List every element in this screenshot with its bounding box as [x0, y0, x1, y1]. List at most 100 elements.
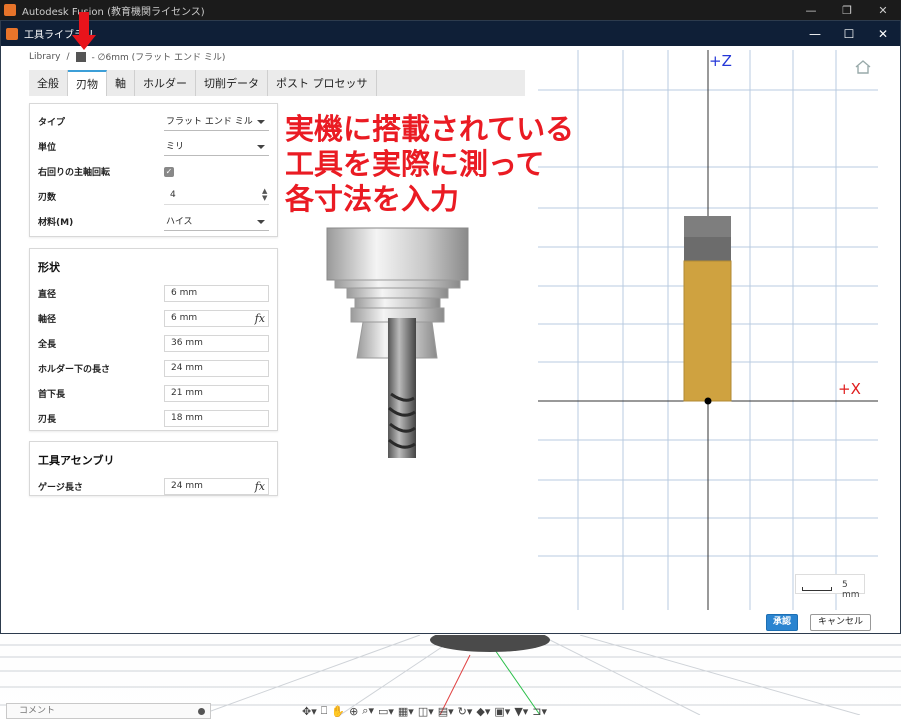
flutes-input[interactable]: 4 [164, 188, 269, 205]
dialog-maximize-button[interactable]: ☐ [832, 27, 866, 41]
annotation-line-1: 実機に搭載されている [285, 112, 575, 146]
breadcrumb-library-link[interactable]: Library [29, 52, 60, 62]
effects-icon[interactable]: ▼▾ [514, 705, 528, 718]
red-arrow-shaft [79, 12, 89, 36]
rotate-icon[interactable]: ↻▾ [458, 705, 473, 718]
overall-length-input[interactable]: 36 mm [164, 335, 269, 352]
look-at-icon[interactable]: ⎕ [321, 704, 328, 718]
app-restore-button[interactable]: ❐ [829, 4, 865, 17]
environment-icon[interactable]: ▣▾ [494, 705, 510, 718]
breadcrumb: Library / - ∅6mm (フラット エンド ミル) [29, 50, 225, 63]
tab-post-processor[interactable]: ポスト プロセッサ [268, 70, 377, 96]
length-below-holder-input[interactable]: 24 mm [164, 360, 269, 377]
x-axis-label: +X [838, 380, 861, 398]
gauge-length-input[interactable]: 24 mm fx [164, 478, 269, 495]
tool-shank [684, 237, 731, 261]
chevron-down-icon [257, 219, 265, 224]
tab-cutter[interactable]: 刃物 [68, 70, 107, 96]
tool-preview-image [326, 227, 469, 458]
flute-length-row: 刃長 18 mm [30, 406, 277, 431]
shoulder-length-input[interactable]: 21 mm [164, 385, 269, 402]
annotation-callout: 実機に搭載されている 工具を実際に測って 各寸法を入力 [285, 112, 574, 217]
app-close-button[interactable]: ✕ [865, 4, 901, 17]
app-minimize-button[interactable]: — [793, 4, 829, 17]
tool-assembly-panel: 工具アセンブリ ゲージ長さ 24 mm fx [29, 441, 278, 496]
flute-length-input[interactable]: 18 mm [164, 410, 269, 427]
flutes-label: 刃数 [38, 193, 57, 203]
dialog-close-button[interactable]: ✕ [866, 27, 900, 41]
gauge-length-label: ゲージ長さ [38, 483, 83, 493]
shaft-diameter-label: 軸径 [38, 315, 57, 325]
shaft-diameter-value: 6 mm [171, 313, 198, 323]
tool-origin-point [704, 397, 712, 405]
gauge-length-value: 24 mm [171, 481, 203, 491]
tool-flute [683, 260, 732, 402]
clockwise-label: 右回りの主軸回転 [38, 168, 111, 178]
navigation-toolbar: ✥▾ ⎕ ✋ ⊕ ⌕▾ ▭▾ ▦▾ ◫▾ ▤▾ ↻▾ ◆▾ ▣▾ ▼▾ ⊐▾ [302, 703, 547, 719]
tab-shaft[interactable]: 軸 [107, 70, 135, 96]
tool-2d-viewer[interactable] [538, 50, 878, 610]
unit-row: 単位 ミリ [30, 134, 277, 159]
unit-select[interactable]: ミリ [164, 138, 269, 156]
fx-expression-icon[interactable]: fx [255, 311, 265, 326]
breadcrumb-tool: - ∅6mm (フラット エンド ミル) [91, 53, 226, 63]
type-row: タイプ フラット エンド ミル [30, 109, 277, 134]
geometry-panel: 形状 直径 6 mm 軸径 6 mm fx 全長 36 mm ホルダー下の長さ … [29, 248, 278, 431]
material-label: 材料(M) [38, 218, 74, 228]
selection-filter-icon[interactable]: ▤▾ [438, 705, 454, 718]
comment-label: コメント [19, 706, 56, 716]
breadcrumb-separator: / [66, 51, 70, 62]
geometry-title: 形状 [38, 261, 60, 274]
annotation-line-3: 各寸法を入力 [285, 182, 460, 216]
type-value: フラット エンド ミル [166, 116, 253, 127]
length-below-holder-row: ホルダー下の長さ 24 mm [30, 356, 277, 381]
tab-holder[interactable]: ホルダー [135, 70, 196, 96]
fx-expression-icon[interactable]: fx [255, 479, 265, 494]
accept-button[interactable]: 承認 [766, 614, 798, 631]
length-below-holder-label: ホルダー下の長さ [38, 365, 111, 375]
pan-icon[interactable]: ✋ [331, 705, 345, 718]
grid-settings-icon[interactable]: ▦▾ [398, 705, 414, 718]
tab-cutting-data[interactable]: 切削データ [196, 70, 268, 96]
zoom-window-icon[interactable]: ⊕ [349, 705, 358, 718]
orbit-icon[interactable]: ✥▾ [302, 705, 317, 718]
tool-shank-top [684, 216, 731, 237]
shaft-diameter-input[interactable]: 6 mm fx [164, 310, 269, 327]
shaft-diameter-row: 軸径 6 mm fx [30, 306, 277, 331]
app-title: Autodesk Fusion (教育機関ライセンス) [22, 6, 205, 18]
cutter-general-panel: タイプ フラット エンド ミル 単位 ミリ 右回りの主軸回転 ✓ 刃数 4 ▲ ▼… [29, 103, 278, 237]
type-select[interactable]: フラット エンド ミル [164, 113, 269, 131]
add-comment-icon[interactable] [198, 708, 205, 715]
flute-length-label: 刃長 [38, 415, 57, 425]
tab-general[interactable]: 全般 [29, 70, 68, 96]
material-select[interactable]: ハイス [164, 213, 269, 231]
clockwise-checkbox[interactable]: ✓ [164, 166, 174, 177]
zoom-icon[interactable]: ⌕▾ [362, 704, 374, 718]
diameter-label: 直径 [38, 290, 57, 300]
dialog-titlebar: 工具ライブラリ — ☐ ✕ [1, 21, 900, 46]
visual-style-icon[interactable]: ◆▾ [476, 705, 490, 718]
type-label: タイプ [38, 118, 66, 128]
home-view-icon[interactable] [855, 60, 871, 74]
viewports-icon[interactable]: ◫▾ [418, 705, 434, 718]
spinner-icon[interactable]: ▲ ▼ [262, 188, 267, 202]
diameter-input[interactable]: 6 mm [164, 285, 269, 302]
dialog-minimize-button[interactable]: — [798, 27, 832, 41]
red-arrow-head [72, 35, 96, 50]
flutes-row: 刃数 4 ▲ ▼ [30, 184, 277, 209]
gauge-length-row: ゲージ長さ 24 mm fx [30, 474, 277, 499]
material-row: 材料(M) ハイス [30, 209, 277, 234]
diameter-row: 直径 6 mm [30, 281, 277, 306]
scale-indicator: 5 mm [795, 574, 865, 600]
shoulder-length-row: 首下長 21 mm [30, 381, 277, 406]
object-visibility-icon[interactable]: ⊐▾ [532, 705, 547, 718]
scale-label: 5 mm [842, 580, 860, 600]
unit-label: 単位 [38, 143, 57, 153]
comment-bar[interactable]: コメント [6, 703, 211, 719]
tool-tabs: 全般 刃物 軸 ホルダー 切削データ ポスト プロセッサ [29, 70, 525, 96]
material-value: ハイス [166, 216, 193, 227]
cancel-button[interactable]: キャンセル [810, 614, 871, 631]
display-settings-icon[interactable]: ▭▾ [378, 705, 394, 718]
fusion-logo-icon [4, 4, 16, 16]
overall-length-row: 全長 36 mm [30, 331, 277, 356]
